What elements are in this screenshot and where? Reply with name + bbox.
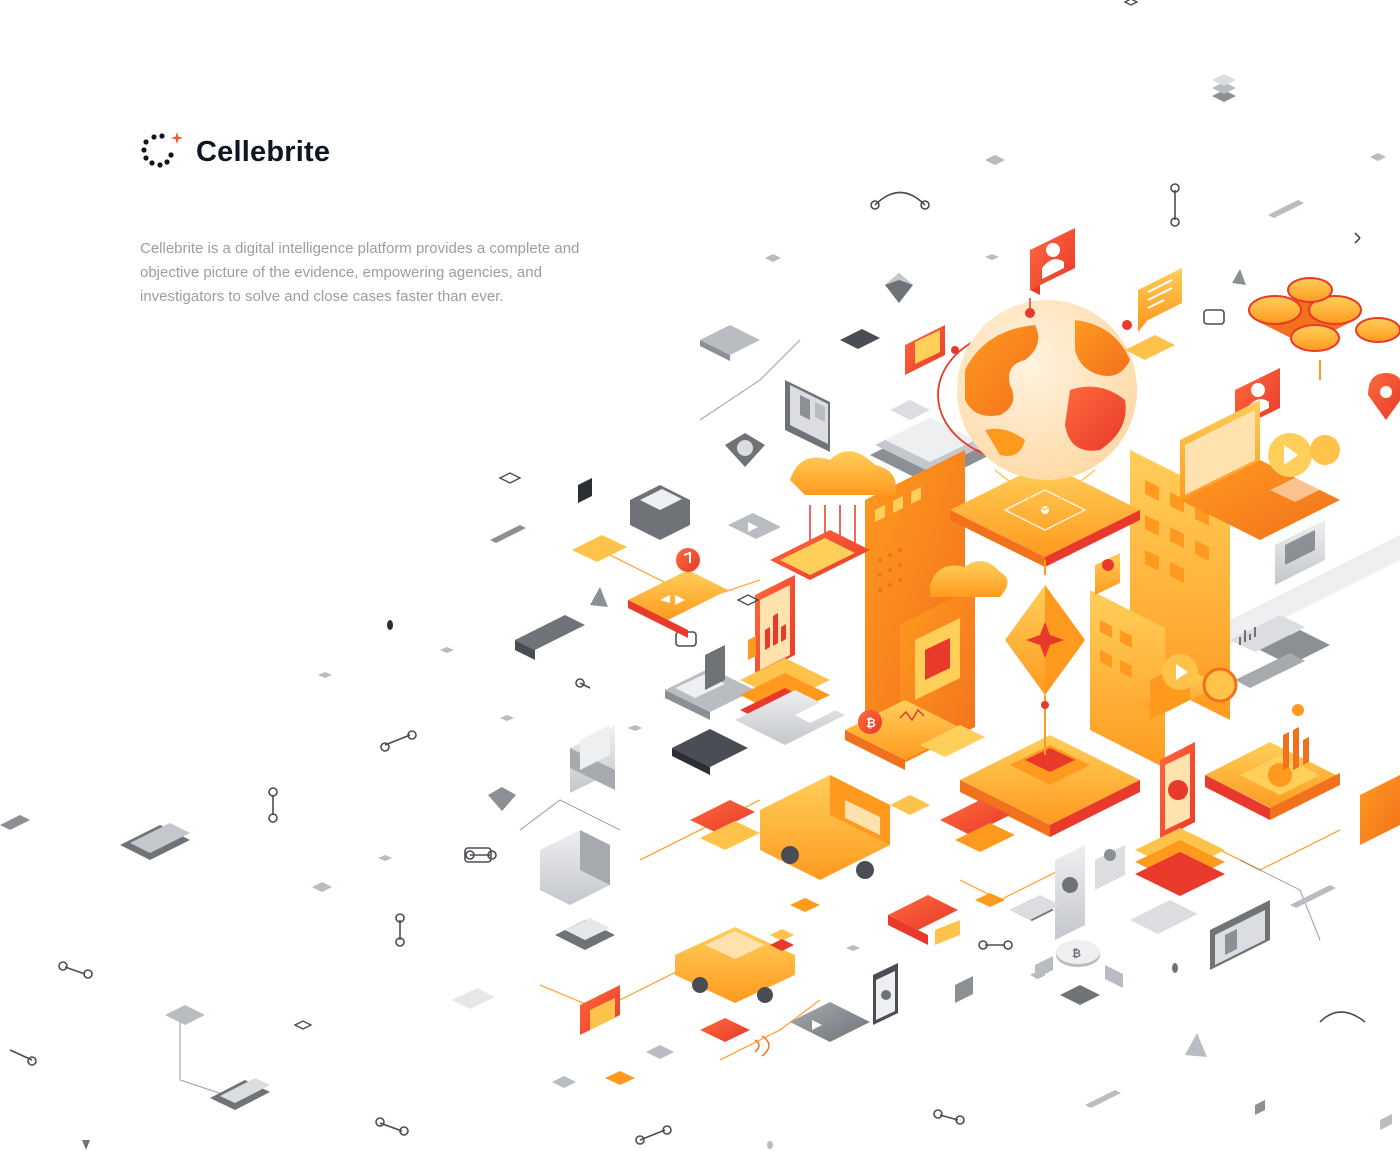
orange-folder-icon — [1360, 775, 1400, 845]
wallet-icon — [570, 725, 615, 793]
pin-marker-tile — [1095, 553, 1120, 595]
isometric-illustration: ₿ ₿ — [0, 0, 1400, 1150]
gray-device-card-icon — [630, 485, 690, 540]
gray-phone-icon — [1055, 845, 1125, 940]
yellow-tile — [572, 535, 627, 562]
gray-monitor-icon-2 — [1210, 900, 1270, 970]
red-stamp-card — [690, 800, 760, 850]
chat-bubble-icon — [1138, 268, 1182, 332]
gray-wallet-tile — [672, 729, 748, 775]
yellow-chip — [605, 1071, 635, 1085]
music-icon — [628, 548, 728, 638]
gray-bracket-icon — [955, 976, 973, 1003]
lock-phone-icon — [873, 963, 898, 1025]
bitcoin-coin-icon: ₿ — [1035, 940, 1123, 1005]
orange-phone-stack — [1135, 828, 1225, 896]
svg-text:₿: ₿ — [866, 716, 876, 730]
orange-document-card — [580, 985, 620, 1035]
yellow-chip-3 — [975, 893, 1005, 907]
van-icon — [760, 775, 890, 880]
gray-bracket-icon-2 — [1010, 895, 1060, 920]
gray-play-button-icon — [728, 513, 781, 539]
drone-icon — [1248, 277, 1400, 380]
bar-chart-icon — [1205, 704, 1340, 820]
yellow-chip-2 — [790, 898, 820, 912]
central-star-crystal-icon — [1005, 560, 1085, 755]
security-camera-icon — [888, 895, 960, 945]
svg-text:₿: ₿ — [1072, 947, 1081, 960]
gray-shield-icon — [725, 433, 765, 467]
location-pin-icon — [1368, 373, 1400, 420]
pie-chart-icon — [1160, 742, 1195, 840]
orange-tag-card — [1125, 335, 1175, 360]
black-sd-card-icon — [578, 478, 592, 503]
user-profile-card-icon — [1030, 228, 1075, 295]
gray-laser-device-icon — [515, 615, 585, 660]
gray-monitor-icon — [785, 380, 830, 452]
stacked-chip-icon — [1212, 74, 1236, 102]
yellow-chip-4 — [890, 795, 930, 815]
gray-key-card — [1255, 1100, 1392, 1130]
gray-play-tile-icon — [790, 1002, 870, 1042]
bottom-corner-arrow — [82, 1140, 90, 1150]
key-fob-icon — [700, 1018, 770, 1057]
gray-money-card-icon — [1275, 520, 1325, 585]
message-card-icon — [905, 325, 945, 375]
gray-pie-chart-tile — [665, 645, 755, 720]
globe-icon — [937, 298, 1137, 511]
